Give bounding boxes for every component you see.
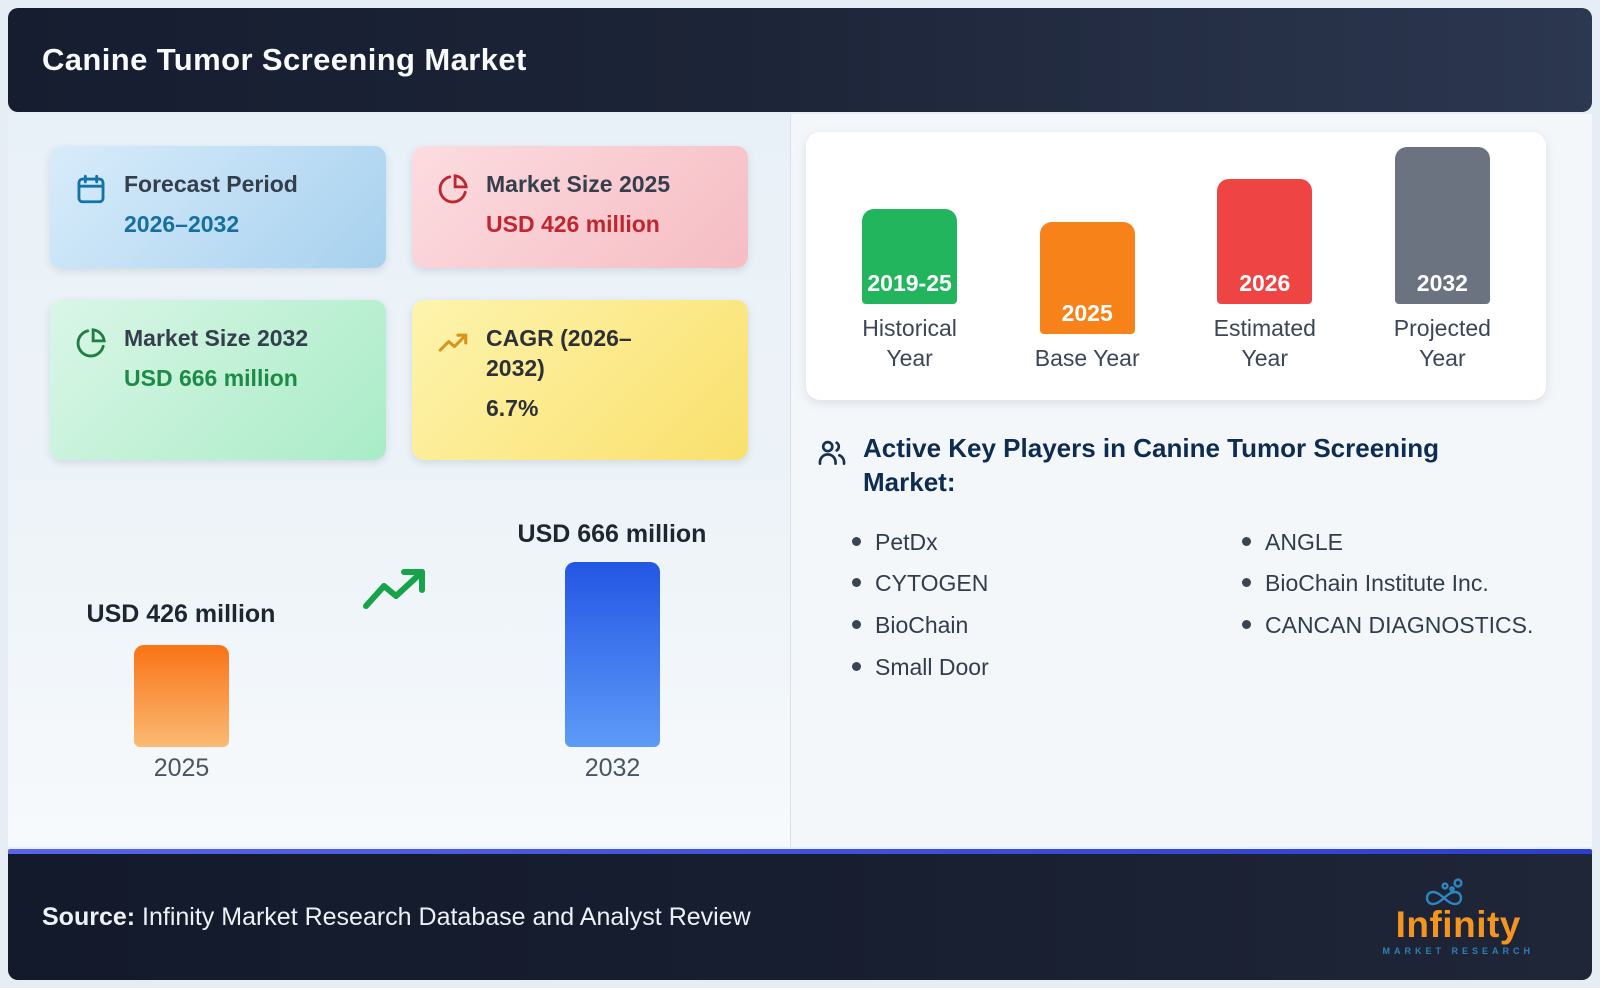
header-bar: Canine Tumor Screening Market — [8, 8, 1592, 112]
pie-chart-icon — [438, 174, 468, 204]
key-players-heading: Active Key Players in Canine Tumor Scree… — [863, 433, 1440, 497]
timeline-label-estimated: Estimated Year — [1213, 315, 1316, 372]
key-player-item: CYTOGEN — [845, 569, 1235, 598]
timeline-label-historical: Historical Year — [862, 315, 957, 372]
source-line: Source: Infinity Market Research Databas… — [42, 903, 751, 932]
timeline-label-base: Base Year — [1034, 345, 1140, 372]
source-label: Source: — [42, 902, 136, 931]
key-players-column-right: ANGLE BioChain Institute Inc. CANCAN DIA… — [1235, 528, 1533, 695]
key-players-section: Active Key Players in Canine Tumor Scree… — [815, 432, 1585, 695]
left-panel: Forecast Period 2026–2032 Market Size 20… — [8, 114, 790, 847]
growth-bar-2032 — [565, 562, 660, 747]
timeline-group-base: 2025 Base Year — [1007, 222, 1167, 374]
timeline-group-estimated: 2026 Estimated Year — [1185, 179, 1345, 374]
timeline-bar-projected: 2032 — [1394, 147, 1490, 305]
card-forecast-period: Forecast Period 2026–2032 — [50, 146, 386, 268]
card-title: Market Size 2032 — [124, 325, 309, 351]
key-player-item: PetDx — [845, 528, 1235, 557]
growth-bar-2025 — [134, 645, 229, 747]
source-text: Infinity Market Research Database and An… — [135, 902, 751, 931]
card-value: 6.7% — [486, 394, 539, 421]
logo-subtitle: MARKET RESEARCH — [1382, 946, 1534, 956]
card-value: USD 666 million — [124, 364, 298, 391]
card-market-size-2025: Market Size 2025 USD 426 million — [412, 146, 748, 268]
timeline-group-projected: 2032 Projected Year — [1362, 147, 1522, 374]
calendar-icon — [77, 174, 105, 204]
infographic-page: Canine Tumor Screening Market Forecast P… — [8, 8, 1592, 980]
card-market-size-2032: Market Size 2032 USD 666 million — [50, 300, 386, 460]
card-value: 2026–2032 — [124, 210, 240, 237]
trend-up-icon — [438, 333, 468, 352]
key-player-item: BioChain Institute Inc. — [1235, 569, 1533, 598]
key-player-item: CANCAN DIAGNOSTICS. — [1235, 611, 1533, 640]
growth-axis-year-2032: 2032 — [584, 754, 641, 782]
right-panel: 2019-25 Historical Year 2025 Base Year 2… — [791, 114, 1592, 847]
pie-chart-icon — [76, 328, 106, 358]
key-player-item: BioChain — [845, 611, 1235, 640]
page-title: Canine Tumor Screening Market — [42, 42, 527, 77]
card-value: USD 426 million — [486, 210, 660, 237]
card-cagr: CAGR (2026–2032) 6.7% — [412, 300, 748, 460]
timeline-label-projected: Projected Year — [1393, 315, 1491, 372]
key-players-column-left: PetDx CYTOGEN BioChain Small Door — [845, 528, 1235, 695]
growth-arrow-icon — [363, 569, 425, 609]
timeline-group-historical: 2019-25 Historical Year — [830, 209, 990, 374]
timeline-bar-estimated: 2026 — [1217, 179, 1313, 305]
timeline-bar-historical: 2019-25 — [862, 209, 958, 305]
key-player-item: ANGLE — [1235, 528, 1533, 557]
card-title: Market Size 2025 — [486, 171, 671, 197]
card-title: CAGR (2026–2032) — [486, 325, 632, 381]
growth-bar-label-2025: USD 426 million — [86, 600, 276, 628]
card-title: Forecast Period — [124, 171, 298, 197]
timeline-card: 2019-25 Historical Year 2025 Base Year 2… — [806, 132, 1546, 400]
content-area: Forecast Period 2026–2032 Market Size 20… — [8, 114, 1592, 847]
key-player-item: Small Door — [845, 653, 1235, 682]
timeline-bar-base: 2025 — [1039, 222, 1135, 335]
users-icon — [818, 440, 846, 465]
footer: Source: Infinity Market Research Databas… — [8, 849, 1592, 980]
stat-cards: Forecast Period 2026–2032 Market Size 20… — [50, 146, 748, 460]
brand-logo: Infinity MARKET RESEARCH — [1382, 878, 1534, 956]
logo-name: Infinity — [1395, 904, 1521, 945]
growth-axis-year-2025: 2025 — [153, 754, 210, 782]
growth-bar-label-2032: USD 666 million — [517, 520, 707, 548]
